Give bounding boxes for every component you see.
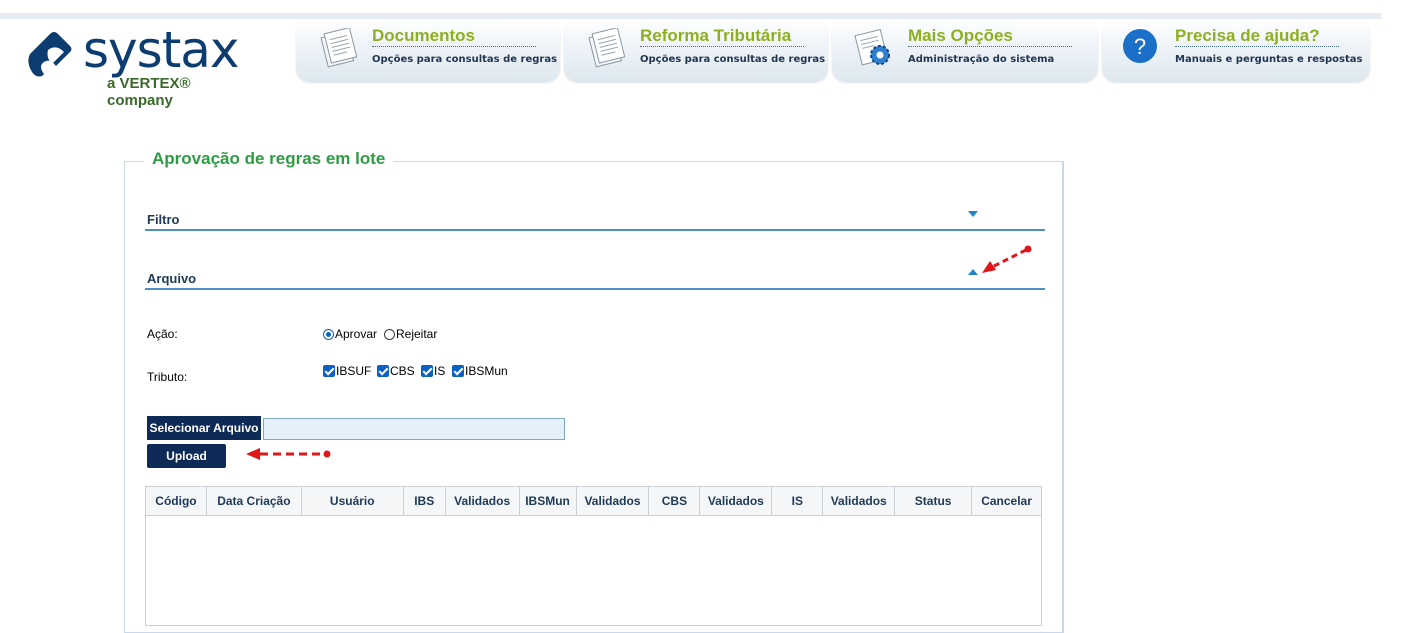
tab-divider (372, 46, 536, 47)
settings-gear-icon (854, 28, 890, 66)
tab-title: Mais Opções (908, 26, 1013, 45)
col-validados-cbs[interactable]: Validados (700, 487, 773, 515)
tab-subtitle: Opções para consultas de regras (372, 54, 558, 65)
checkbox-is[interactable]: IS (421, 364, 445, 378)
col-cancelar[interactable]: Cancelar (972, 487, 1041, 515)
tab-title: Precisa de ajuda? (1175, 26, 1320, 45)
page-title: Aprovação de regras em lote (144, 149, 394, 169)
tab-documentos[interactable]: Documentos Opções para consultas de regr… (296, 19, 560, 82)
systax-logo[interactable]: systax a VERTEX® company (26, 21, 256, 109)
col-is[interactable]: IS (772, 487, 824, 515)
checkbox-cbs-control[interactable] (377, 365, 389, 377)
tab-subtitle: Manuais e perguntas e respostas (1175, 54, 1363, 65)
radio-aprovar[interactable]: Aprovar (323, 327, 377, 341)
tab-precisa-de-ajuda[interactable]: ? Precisa de ajuda? Manuais e perguntas … (1102, 19, 1370, 82)
radio-rejeitar-control[interactable] (384, 328, 395, 340)
documents-icon (320, 28, 358, 68)
col-ibsmun[interactable]: IBSMun (520, 487, 577, 515)
checkbox-ibsmun-label: IBSMun (465, 364, 508, 378)
col-usuario[interactable]: Usuário (302, 487, 404, 515)
tab-title: Reforma Tributária (640, 26, 792, 45)
radio-aprovar-control[interactable] (323, 328, 334, 340)
tab-divider (640, 46, 804, 47)
radio-rejeitar-label: Rejeitar (396, 327, 438, 341)
tab-subtitle: Administração do sistema (908, 54, 1055, 65)
acao-label: Ação: (147, 327, 178, 341)
annotation-arrow-icon (982, 245, 1032, 273)
logo-wordmark: systax (83, 21, 240, 79)
checkbox-ibsuf[interactable]: IBSUF (323, 364, 371, 378)
tab-divider (908, 46, 1072, 47)
file-path-input[interactable] (263, 418, 565, 440)
tributo-label: Tributo: (147, 370, 188, 384)
radio-rejeitar[interactable]: Rejeitar (384, 327, 437, 341)
logo-diamond-icon (28, 32, 72, 77)
radio-aprovar-label: Aprovar (335, 327, 378, 341)
checkbox-ibsuf-control[interactable] (323, 365, 335, 377)
section-arquivo-title[interactable]: Arquivo (147, 271, 196, 286)
documents-icon (588, 28, 626, 68)
checkbox-ibsmun[interactable]: IBSMun (452, 364, 508, 378)
checkbox-ibsuf-label: IBSUF (336, 364, 372, 378)
upload-button[interactable]: Upload (147, 444, 226, 468)
col-validados-ibs[interactable]: Validados (446, 487, 520, 515)
tab-divider (1175, 46, 1339, 47)
checkbox-is-control[interactable] (421, 365, 433, 377)
checkbox-cbs[interactable]: CBS (377, 364, 415, 378)
expand-filtro-icon[interactable] (968, 211, 978, 217)
logo-tagline: a VERTEX® company (107, 75, 191, 109)
col-status[interactable]: Status (895, 487, 973, 515)
section-arquivo-divider (145, 288, 1045, 290)
tab-subtitle: Opções para consultas de regras (640, 54, 826, 65)
col-data-criacao[interactable]: Data Criação (207, 487, 302, 515)
section-filtro-title[interactable]: Filtro (147, 212, 180, 227)
col-cbs[interactable]: CBS (649, 487, 701, 515)
tab-reforma-tributaria[interactable]: Reforma Tributária Opções para consultas… (564, 19, 828, 82)
select-file-button[interactable]: Selecionar Arquivo (147, 416, 261, 440)
svg-text:?: ? (1134, 34, 1146, 59)
checkbox-ibsmun-control[interactable] (452, 365, 464, 377)
checkbox-is-label: IS (434, 364, 446, 378)
col-validados-is[interactable]: Validados (823, 487, 896, 515)
table-header: Código Data Criação Usuário IBS Validado… (146, 487, 1041, 516)
col-codigo[interactable]: Código (146, 487, 207, 515)
section-filtro-divider (145, 229, 1045, 231)
help-question-icon: ? (1123, 29, 1157, 63)
tab-title: Documentos (372, 26, 475, 45)
col-ibs[interactable]: IBS (404, 487, 446, 515)
checkbox-cbs-label: CBS (390, 364, 415, 378)
tab-mais-opcoes[interactable]: Mais Opções Administração do sistema (832, 19, 1098, 82)
col-validados-ibsmun[interactable]: Validados (577, 487, 650, 515)
annotation-arrow-icon (246, 448, 331, 460)
collapse-arquivo-icon[interactable] (968, 269, 978, 275)
rules-table: Código Data Criação Usuário IBS Validado… (145, 486, 1042, 626)
